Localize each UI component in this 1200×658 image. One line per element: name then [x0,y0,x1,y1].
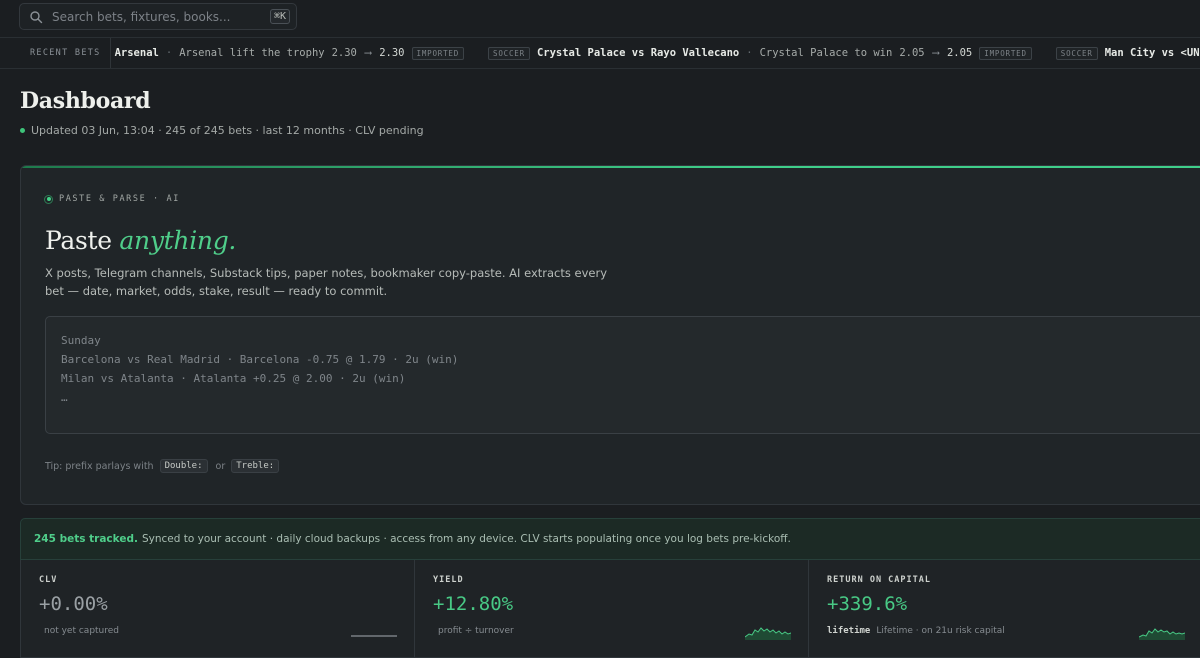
ticker-match: Arsenal [114,47,159,59]
ticker-selection: Arsenal lift the trophy [179,47,325,59]
sport-badge: SOCCER [1055,46,1098,60]
paste-description: X posts, Telegram channels, Substack tip… [45,266,608,298]
ticker-separator: · [746,47,753,59]
stat-caption: lifetime Lifetime · on 21u risk capital [827,626,1005,636]
headline-emphasis: anything. [119,226,237,255]
parlay-tip: Tip: prefix parlays with Double: or Treb… [45,459,287,473]
ticker-match: Crystal Palace vs Rayo Vallecano [536,47,740,59]
ticker-separator: · [165,47,173,59]
sync-banner: 245 bets tracked. Synced to your account… [20,518,1200,560]
paste-eyebrow: PASTE & PARSE · AI [44,194,180,204]
headline-plain: Paste [45,226,120,255]
eyebrow-label: PASTE & PARSE · AI [59,194,180,204]
stat-label: CLV [39,575,58,585]
tip-code-treble: Treble: [231,459,280,473]
bets-tracked: 245 bets tracked. [34,533,138,545]
stat-card-clv[interactable]: CLV +0.00% not yet captured [21,560,415,657]
stat-caption: not yet captured [44,626,120,636]
ticker-selection: Crystal Palace to win [759,47,893,59]
ticker-odds-from: 2.30 [331,47,357,59]
sport-badge: SOCCER [488,46,530,60]
stat-card-return-on-capital[interactable]: RETURN ON CAPITAL +339.6% lifetime Lifeti… [809,560,1200,657]
sparkline-icon [1139,628,1185,640]
stat-caption-text: Lifetime · on 21u risk capital [876,626,1005,636]
stat-value: +339.6% [827,593,908,615]
ticker-item[interactable]: SOCCER Man City vs <UNKNOWN [1055,46,1200,60]
arrow-right-icon: ⟶ [932,47,939,59]
search-icon [30,10,43,23]
placeholder-line: … [61,391,68,404]
tip-or: or [215,460,226,472]
stats-row: CLV +0.00% not yet captured YIELD +12.80… [20,560,1200,658]
stat-card-yield[interactable]: YIELD +12.80% profit ÷ turnover [415,560,809,657]
status-line: Updated 03 Jun, 13:04 · 245 of 245 bets … [20,124,424,137]
sparkline-flat-icon [351,635,397,637]
paste-headline: Paste anything. [45,226,236,255]
stat-caption-bold: lifetime [827,626,871,636]
stat-label: RETURN ON CAPITAL [827,575,931,585]
stat-value: +0.00% [39,593,108,615]
ticker-odds-from: 2.05 [899,47,925,59]
sync-text: Synced to your account · daily cloud bac… [141,533,791,545]
placeholder-line: Sunday [61,334,101,347]
sparkline-icon [745,627,791,640]
status-text: Updated 03 Jun, 13:04 · 245 of 245 bets … [31,124,424,137]
ticker-odds-to: 2.30 [379,47,405,59]
page-title: Dashboard [20,88,151,114]
status-dot-icon [20,128,25,133]
status-badge: IMPORTED [411,46,465,60]
search-bar[interactable]: ⌘K [19,3,297,30]
ticker-odds-to: 2.05 [946,47,973,59]
arrow-right-icon: ⟶ [364,47,372,59]
tip-text: Tip: prefix parlays with [45,460,154,472]
tip-code-double: Double: [159,459,208,473]
paste-parse-card: PASTE & PARSE · AI Paste anything. X pos… [20,165,1200,505]
placeholder-line: Barcelona vs Real Madrid · Barcelona -0.… [61,353,459,366]
ticker-track: Arsenal · Arsenal lift the trophy 2.30 ⟶… [111,46,1200,60]
paste-textarea[interactable]: Sunday Barcelona vs Real Madrid · Barcelo… [45,316,1200,434]
search-input[interactable] [52,9,270,24]
stat-caption: profit ÷ turnover [438,626,514,636]
ticker-item[interactable]: Arsenal · Arsenal lift the trophy 2.30 ⟶… [114,46,465,60]
recent-bets-ticker: RECENT BETS Arsenal · Arsenal lift the t… [0,37,1200,69]
ticker-label: RECENT BETS [0,38,111,68]
stat-label: YIELD [433,575,464,585]
ai-indicator-icon [44,194,53,204]
placeholder-line: Milan vs Atalanta · Atalanta +0.25 @ 2.0… [61,372,406,385]
status-badge: IMPORTED [979,46,1032,60]
ticker-item[interactable]: SOCCER Crystal Palace vs Rayo Vallecano … [488,46,1032,60]
search-shortcut: ⌘K [269,9,290,24]
stat-value: +12.80% [433,593,514,615]
ticker-match: Man City vs <UNKNOWN [1104,47,1200,59]
